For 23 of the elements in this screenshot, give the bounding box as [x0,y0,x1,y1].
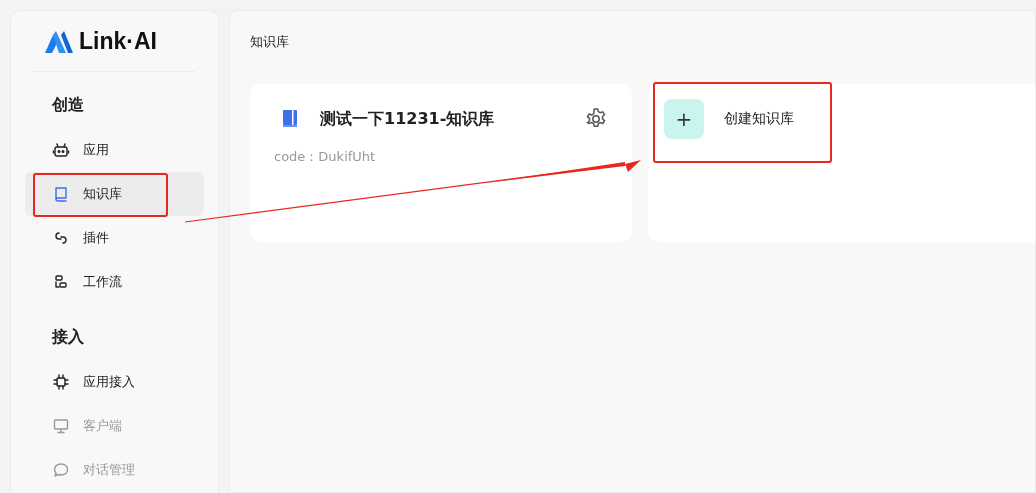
link-icon [52,229,70,247]
chat-bubble-icon [52,461,70,479]
create-label[interactable]: 创建知识库 [724,110,794,128]
nav-item[interactable]: 知识库 [25,172,204,216]
add-button[interactable]: + [664,99,704,139]
page-title: 知识库 [250,33,290,51]
nav-item[interactable]: 插件 [25,216,204,260]
flow-icon [52,273,70,291]
book-icon [282,110,298,128]
book-icon [52,185,70,203]
nav-item[interactable]: 工作流 [25,260,204,304]
card-title: 测试一下11231-知识库 [320,108,496,130]
robot-icon [52,141,70,159]
chip-icon [52,373,70,391]
logo-text: Link·AI [79,28,157,55]
section-heading: 创造 [51,95,85,116]
nav-item[interactable]: 应用接入 [25,360,204,404]
code-text: code：DukifUht [273,148,377,166]
nav-item[interactable]: 应用 [25,128,204,172]
logo-icon [45,30,73,53]
monitor-icon [52,417,70,435]
section-heading: 接入 [51,327,85,348]
knowledge-base-card[interactable]: 测试一下11231-知识库 code：DukifUht [250,84,632,242]
